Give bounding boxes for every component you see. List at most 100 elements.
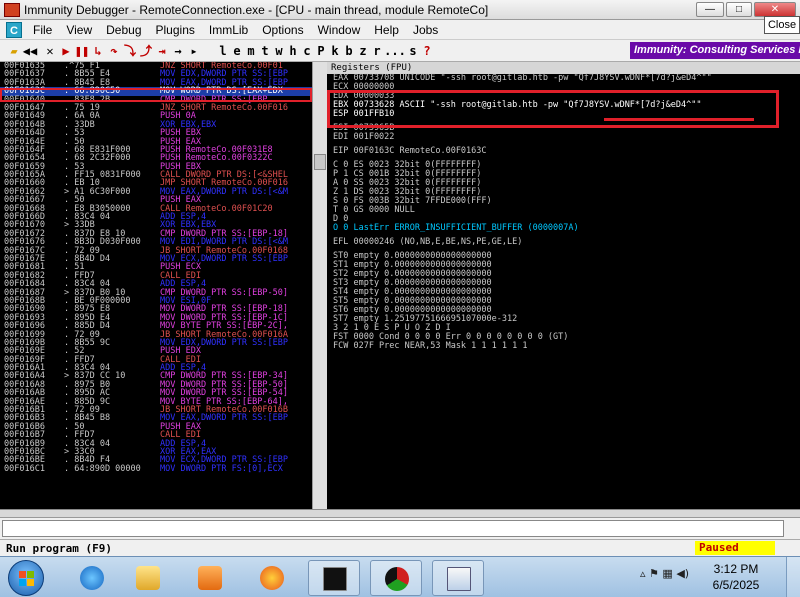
close-tooltip: Close [764,16,800,34]
disasm-row[interactable]: 00F0169F. FFD7 CALL EDI [0,355,312,364]
toolbar-source-button[interactable]: s [406,44,420,58]
toolbar-call-stack-button[interactable]: k [328,44,342,58]
menu-jobs[interactable]: Jobs [406,23,445,37]
taskbar-immunity-debugger[interactable] [370,560,422,596]
network-icon[interactable]: ▦ [662,567,672,580]
toolbar-help-button[interactable]: ? [420,44,434,58]
toolbar-patches-button[interactable]: P [314,44,328,58]
register-line[interactable]: FCW 027F Prec NEAR,53 Mask 1 1 1 1 1 1 [327,342,800,351]
command-input[interactable] [2,520,784,537]
disasm-row[interactable]: 00F016B7. FFD7 CALL EDI [0,431,312,440]
disasm-row[interactable]: 00F01668. E8 B3050000 CALL RemoteCo.00F01… [0,204,312,213]
toolbar-threads-button[interactable]: t [258,44,272,58]
disasm-row[interactable]: 00F01654. 68 2C32F000 PUSH RemoteCo.00F03… [0,154,312,163]
taskbar-clock[interactable]: 3:12 PM 6/5/2025 [700,561,772,593]
register-line[interactable]: EIP 00F0163C RemoteCo.00F0163C [327,147,800,156]
disasm-hex: . 64:890D 00000 [64,463,141,474]
clock-time: 3:12 PM [713,562,759,576]
toolbar-breakpoints-button[interactable]: b [342,44,356,58]
disasm-row[interactable]: 00F0164B. 33DB XOR EBX,EBX [0,120,312,129]
horizontal-scrollbar[interactable] [0,509,800,517]
menu-plugins[interactable]: Plugins [149,23,202,37]
toolbar-log-button[interactable]: l [216,44,230,58]
toolbar-executable-modules-button[interactable]: e [230,44,244,58]
register-line[interactable]: ESI 0073965B [327,124,800,133]
start-button[interactable] [8,560,44,596]
disasm-row[interactable]: 00F01647. 75 19 JNZ SHORT RemoteCo.00F016 [0,103,312,112]
taskbar-file-explorer[interactable] [122,560,174,596]
toolbar-windows-button[interactable]: w [272,44,286,58]
toolbar-run-trace-button[interactable]: ... [384,44,406,58]
disasm-row[interactable]: 00F0169E. 52 PUSH EDX [0,347,312,356]
disasm-row[interactable]: 00F016C1 . 64:890D 00000 MOV DWORD PTR FS:… [0,463,312,474]
register-line[interactable]: EBX 00733628 ASCII "-ssh root@gitlab.htb… [327,101,800,110]
system-tray[interactable]: ▵ ⚑ ▦ ◀) [640,567,700,587]
step-into-icon[interactable]: ↳ [90,44,106,58]
taskbar-media-player[interactable] [184,560,236,596]
disassembly-pane[interactable]: 00F01635 .^75 F1 JNZ SHORT RemoteCo.00F01 0… [0,62,312,509]
register-line[interactable]: EAX 00733708 UNICODE "-ssh root@gitlab.h… [327,74,800,83]
menu-file[interactable]: File [26,23,59,37]
disasm-row[interactable]: 00F0166D. 83C4 04 ADD ESP,4 [0,213,312,222]
step-over-icon[interactable]: ↷ [106,44,122,58]
disasm-row[interactable]: 00F01687 > 837D B0 10 CMP DWORD PTR SS:[EB… [0,288,312,297]
windows-logo-icon [19,571,35,587]
firefox-icon [260,566,284,590]
disasm-instruction: MOV DWORD PTR FS:[0],ECX [160,463,283,474]
taskbar-internet-explorer[interactable] [66,560,118,596]
animate-icon[interactable]: ▸ [186,44,202,58]
toolbar-references-button[interactable]: r [370,44,384,58]
menu-help[interactable]: Help [367,23,406,37]
taskbar-command-prompt[interactable] [308,560,360,596]
menu-window[interactable]: Window [311,23,368,37]
toolbar-z-button[interactable]: z [356,44,370,58]
disasm-row[interactable]: 00F0167E. 8B4D D4 MOV ECX,DWORD PTR SS:[E… [0,255,312,264]
taskbar-firefox[interactable] [246,560,298,596]
trace-into-icon[interactable]: ⤵ [122,42,138,59]
menu-debug[interactable]: Debug [99,23,148,37]
disasm-row[interactable]: 00F016B6. 50 PUSH EAX [0,422,312,431]
scrollbar-thumb[interactable] [314,154,326,170]
close-program-icon[interactable]: ✕ [42,44,58,58]
action-center-flag-icon[interactable]: ⚑ [649,567,659,580]
pause-icon[interactable]: ❚❚ [74,44,90,58]
close-button[interactable]: ✕ [754,2,796,17]
internet-explorer-icon [80,566,104,590]
disasm-row[interactable]: 00F01681. 51 PUSH ECX [0,263,312,272]
maximize-button[interactable]: □ [726,2,752,17]
disasm-row[interactable]: 00F01682. FFD7 CALL EDI [0,271,312,280]
immunity-debugger-icon [385,567,409,591]
disassembly-scrollbar[interactable] [312,62,327,509]
show-desktop-button[interactable] [786,557,800,597]
disasm-row[interactable]: 00F01662 > A1 6C30F000 MOV EAX,DWORD PTR D… [0,187,312,196]
menu-options[interactable]: Options [255,23,310,37]
restart-icon[interactable]: ◀◀ [22,44,38,58]
disasm-row[interactable]: 00F0164D. 53 PUSH EBX [0,129,312,138]
menu-view[interactable]: View [59,23,99,37]
taskbar-window-app[interactable] [432,560,484,596]
show-hidden-icons-icon[interactable]: ▵ [640,567,646,580]
minimize-button[interactable]: — [696,2,724,17]
registers-pane[interactable]: Registers (FPU) EAX 00733708 UNICODE "-s… [327,62,800,509]
toolbar-memory-map-button[interactable]: m [244,44,258,58]
toolbar-cpu-button[interactable]: c [300,44,314,58]
disasm-row[interactable]: 00F01649. 6A 0A PUSH 0A [0,112,312,121]
toolbar-handles-button[interactable]: h [286,44,300,58]
media-player-icon [198,566,222,590]
execute-till-return-icon[interactable]: ⇥ [154,44,170,58]
disasm-row[interactable]: 00F016B3. 8B45 B8 MOV EAX,DWORD PTR SS:[E… [0,414,312,423]
trace-over-icon[interactable]: ⤴ [138,42,154,59]
register-line[interactable]: EDI 001F0022 [327,133,800,142]
run-icon[interactable]: ▶ [58,44,74,58]
register-line[interactable]: O 0 LastErr ERROR_INSUFFICIENT_BUFFER (0… [327,224,800,233]
menu-immlib[interactable]: ImmLib [202,23,255,37]
folder-icon [136,566,160,590]
register-line[interactable]: T 0 GS 0000 NULL [327,206,800,215]
open-folder-icon[interactable]: ▰ [6,44,22,58]
disasm-row[interactable]: 00F016B9. 83C4 04 ADD ESP,4 [0,439,312,448]
disasm-row[interactable]: 00F0169B. 8B55 9C MOV EDX,DWORD PTR SS:[E… [0,338,312,347]
register-line[interactable]: EFL 00000246 (NO,NB,E,BE,NS,PE,GE,LE) [327,238,800,247]
go-to-icon[interactable]: → [170,44,186,58]
volume-icon[interactable]: ◀) [676,567,689,580]
register-line[interactable]: ECX 00000000 [327,83,800,92]
